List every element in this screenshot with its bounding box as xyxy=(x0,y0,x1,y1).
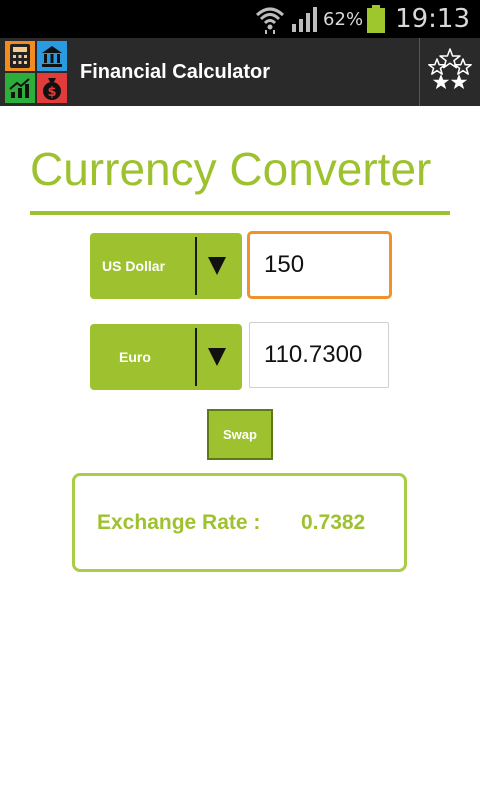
app-title: Financial Calculator xyxy=(80,61,271,83)
dropdown-arrow-icon xyxy=(208,348,226,366)
to-amount-field: 110.7300 xyxy=(249,322,389,388)
signal-icon xyxy=(292,7,318,32)
to-currency-spinner[interactable]: Euro xyxy=(90,324,242,390)
calculator-icon xyxy=(5,41,35,71)
exchange-rate-label: Exchange Rate : xyxy=(97,510,261,534)
spinner-divider xyxy=(195,237,197,295)
from-currency-spinner[interactable]: US Dollar xyxy=(90,233,242,299)
to-currency-label: Euro xyxy=(119,349,151,365)
bank-icon xyxy=(37,41,67,71)
status-bar: 62% 19:13 xyxy=(0,0,480,38)
dropdown-arrow-icon xyxy=(208,257,226,275)
clock: 19:13 xyxy=(395,4,470,34)
page-title: Currency Converter xyxy=(30,143,432,195)
stars-icon xyxy=(428,48,472,90)
from-amount-input[interactable]: 150 xyxy=(247,231,392,299)
growth-chart-icon xyxy=(5,73,35,103)
exchange-rate-value: 0.7382 xyxy=(301,510,366,534)
money-bag-icon: $ xyxy=(37,73,67,103)
battery-percentage: 62% xyxy=(323,8,364,30)
wifi-icon xyxy=(256,7,285,34)
financial-calculator-app-icon[interactable]: $ xyxy=(5,41,67,103)
svg-text:$: $ xyxy=(47,85,56,100)
exchange-rate-box: Exchange Rate : 0.7382 xyxy=(72,473,407,572)
title-divider xyxy=(30,211,450,215)
rate-app-button[interactable] xyxy=(419,38,480,106)
spinner-divider xyxy=(195,328,197,386)
status-indicators: 62% 19:13 xyxy=(255,0,470,38)
from-currency-label: US Dollar xyxy=(102,258,166,274)
action-bar: $ Financial Calculator xyxy=(0,38,480,106)
swap-button[interactable]: Swap xyxy=(207,409,273,460)
battery-icon xyxy=(367,5,386,33)
